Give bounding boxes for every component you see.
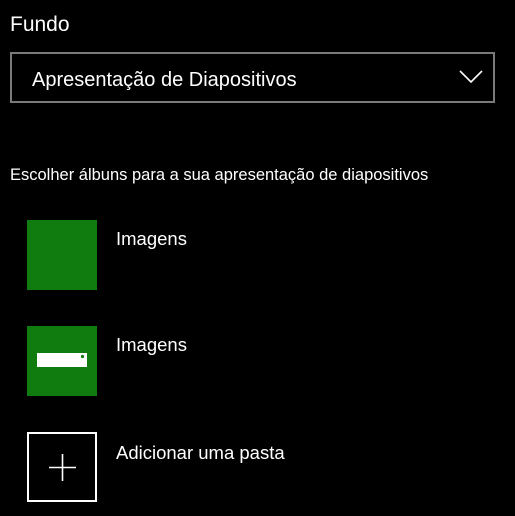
background-dropdown[interactable]: Apresentação de Diapositivos (10, 52, 495, 103)
album-thumbnail (27, 220, 97, 290)
chevron-down-icon (459, 70, 483, 84)
dropdown-selected-value: Apresentação de Diapositivos (32, 69, 297, 91)
image-placeholder-icon (37, 353, 87, 367)
album-label: Imagens (116, 334, 187, 355)
add-folder-button[interactable]: Adicionar uma pasta (27, 432, 285, 502)
album-thumbnail (27, 326, 97, 396)
add-folder-label: Adicionar uma pasta (116, 442, 285, 463)
albums-label: Escolher álbuns para a sua apresentação … (10, 166, 429, 184)
album-label: Imagens (116, 228, 187, 249)
background-section-title: Fundo (10, 13, 70, 36)
add-folder-thumbnail (27, 432, 97, 502)
album-item-2[interactable]: Imagens (27, 326, 187, 396)
plus-icon (49, 454, 76, 481)
album-item-1[interactable]: Imagens (27, 220, 187, 290)
